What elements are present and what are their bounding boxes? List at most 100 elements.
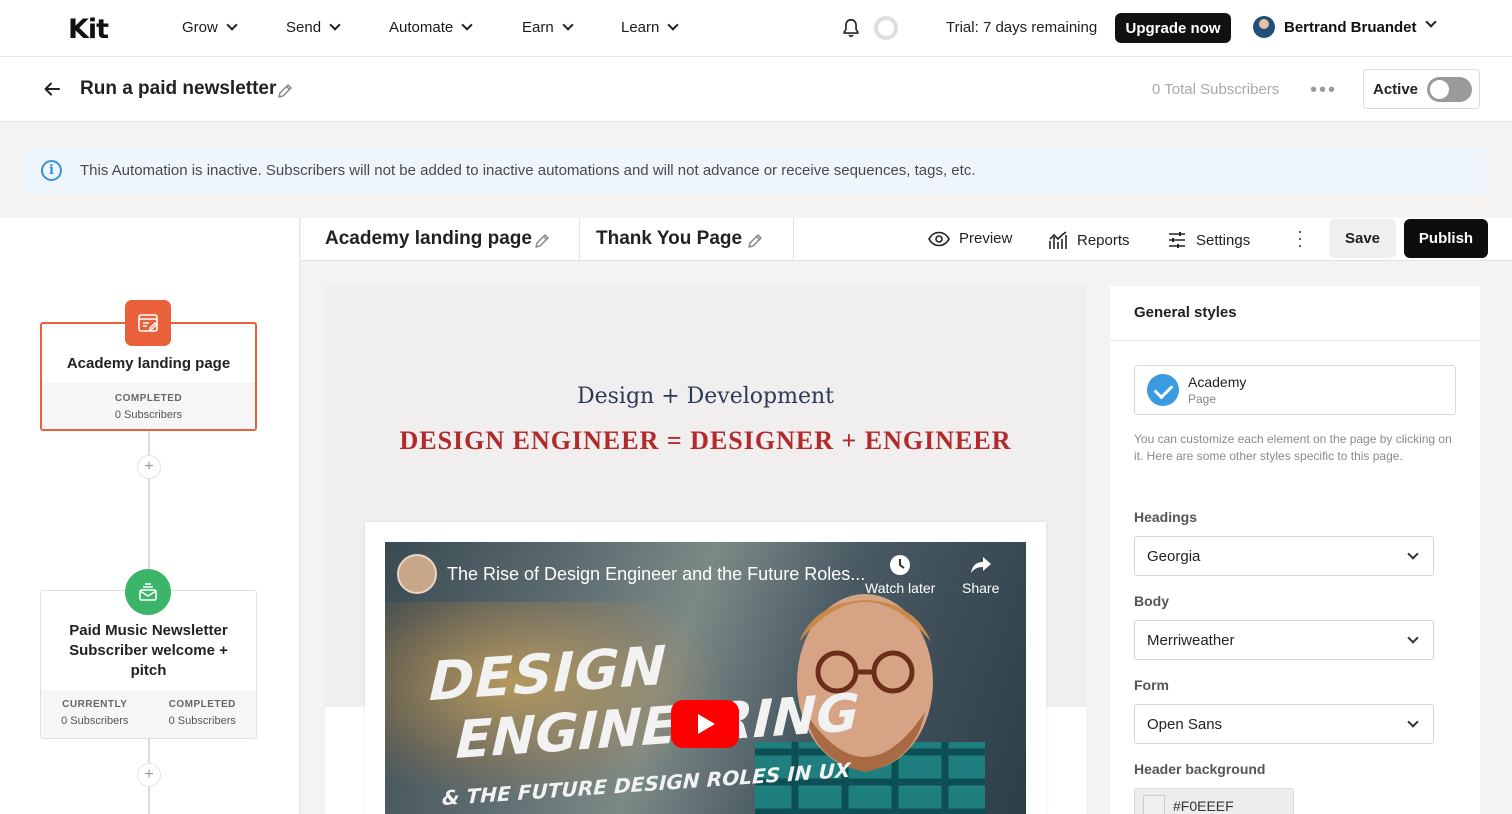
add-step-button[interactable]: + <box>137 455 161 479</box>
nav-grow[interactable]: Grow <box>182 19 238 36</box>
preview-button[interactable]: Preview <box>928 230 1012 247</box>
nav-learn[interactable]: Learn <box>621 19 680 36</box>
reports-button[interactable]: Reports <box>1048 230 1130 250</box>
node-foot-label: COMPLETED <box>114 393 183 404</box>
automation-flow-panel: Academy landing page COMPLETED 0 Subscri… <box>0 218 300 814</box>
color-swatch[interactable] <box>1143 795 1165 814</box>
node-currently-label: CURRENTLY <box>62 699 128 710</box>
chevron-down-icon <box>562 19 574 31</box>
headings-font-value: Georgia <box>1147 548 1201 565</box>
template-name: Academy <box>1188 374 1247 390</box>
landing-page-icon <box>125 300 171 346</box>
tab-academy-landing-page[interactable]: Academy landing page <box>301 218 580 261</box>
active-label: Active <box>1373 81 1419 98</box>
general-styles-panel: General styles Academy Page You can cust… <box>1110 286 1480 814</box>
headings-font-select[interactable]: Georgia <box>1134 536 1434 576</box>
info-icon: i <box>41 160 62 181</box>
page-subtitle[interactable]: Design + Development <box>325 384 1086 409</box>
more-vertical-icon[interactable]: · · · <box>1297 222 1303 254</box>
banner-text: This Automation is inactive. Subscribers… <box>80 162 976 179</box>
check-icon <box>1147 374 1179 406</box>
node-currently: CURRENTLY 0 Subscribers <box>41 699 149 738</box>
node-foot-value: 0 Subscribers <box>114 409 183 421</box>
page-headline[interactable]: DESIGN ENGINEER = DESIGNER + ENGINEER <box>325 426 1086 456</box>
video-title[interactable]: The Rise of Design Engineer and the Futu… <box>447 564 865 585</box>
header-background-color-field[interactable]: #F0EEEF <box>1134 788 1294 814</box>
nav-earn-label: Earn <box>522 19 554 36</box>
youtube-play-icon[interactable] <box>671 700 739 748</box>
pencil-icon[interactable] <box>533 232 551 250</box>
node-currently-value: 0 Subscribers <box>61 715 129 727</box>
body-label: Body <box>1134 593 1169 609</box>
watch-later-button[interactable]: Watch later <box>865 554 935 596</box>
watch-later-label: Watch later <box>865 580 936 596</box>
pencil-icon[interactable] <box>746 232 764 250</box>
settings-sliders-icon <box>1169 232 1185 248</box>
user-name[interactable]: Bertrand Bruandet <box>1284 19 1417 36</box>
reports-icon <box>1049 231 1067 249</box>
tab-thank-you-page[interactable]: Thank You Page <box>580 218 794 261</box>
node-footer: COMPLETED 0 Subscribers <box>42 383 255 429</box>
bell-icon[interactable] <box>840 17 862 39</box>
template-selector[interactable]: Academy Page <box>1134 365 1456 415</box>
inactive-banner: i This Automation is inactive. Subscribe… <box>24 147 1487 194</box>
nav-send-label: Send <box>286 19 322 36</box>
publish-button[interactable]: Publish <box>1404 219 1488 258</box>
channel-avatar[interactable] <box>397 554 437 594</box>
headings-label: Headings <box>1134 509 1198 525</box>
active-toggle[interactable] <box>1427 77 1472 102</box>
save-button[interactable]: Save <box>1329 219 1396 258</box>
chevron-down-icon <box>1407 548 1419 560</box>
form-font-select[interactable]: Open Sans <box>1134 704 1434 744</box>
trial-status: Trial: 7 days remaining <box>946 19 1098 36</box>
user-menu-chevron-icon[interactable] <box>1425 16 1437 28</box>
node-title: Academy landing page <box>66 355 231 372</box>
tab-label: Academy landing page <box>325 228 532 249</box>
body-font-select[interactable]: Merriweather <box>1134 620 1434 660</box>
node-footer: CURRENTLY 0 Subscribers COMPLETED 0 Subs… <box>41 690 256 738</box>
settings-label: Settings <box>1196 231 1251 249</box>
kit-logo[interactable]: Kit <box>68 14 109 45</box>
header-background-value: #F0EEEF <box>1173 798 1234 814</box>
nav-grow-label: Grow <box>182 19 218 36</box>
automation-header: Run a paid newsletter 0 Total Subscriber… <box>0 57 1512 122</box>
page-title: Run a paid newsletter <box>80 78 277 99</box>
form-label: Form <box>1134 677 1169 693</box>
divider <box>1110 340 1480 341</box>
nav-automate[interactable]: Automate <box>389 19 473 36</box>
template-type: Page <box>1188 392 1217 406</box>
email-sequence-icon <box>125 569 171 615</box>
clock-icon <box>890 555 911 575</box>
page-canvas: Design + Development DESIGN ENGINEER = D… <box>325 286 1086 814</box>
chevron-down-icon <box>1407 716 1419 728</box>
node-completed: COMPLETED 0 Subscribers <box>149 699 257 738</box>
nav-automate-label: Automate <box>389 19 454 36</box>
top-navigation: Kit Grow Send Automate Earn Learn Trial:… <box>0 0 1512 57</box>
body-font-value: Merriweather <box>1147 632 1235 649</box>
add-step-button[interactable]: + <box>137 763 161 787</box>
nav-earn[interactable]: Earn <box>522 19 574 36</box>
settings-button[interactable]: Settings <box>1167 230 1250 250</box>
help-text: You can customize each element on the pa… <box>1134 432 1452 463</box>
back-arrow-icon[interactable] <box>42 79 62 99</box>
chevron-down-icon <box>667 19 680 31</box>
more-options-icon[interactable]: ••• <box>1310 79 1337 102</box>
panel-title: General styles <box>1134 304 1237 321</box>
share-icon <box>970 557 991 573</box>
nav-learn-label: Learn <box>621 19 660 36</box>
progress-ring-icon[interactable] <box>874 16 898 40</box>
chevron-down-icon <box>226 19 238 31</box>
reports-label: Reports <box>1077 231 1130 249</box>
header-background-label: Header background <box>1134 761 1266 777</box>
upgrade-button[interactable]: Upgrade now <box>1115 13 1231 43</box>
video-block[interactable]: The Rise of Design Engineer and the Futu… <box>365 522 1046 814</box>
video-embed[interactable]: The Rise of Design Engineer and the Futu… <box>385 542 1026 814</box>
preview-label: Preview <box>959 230 1013 247</box>
nav-send[interactable]: Send <box>286 19 341 36</box>
total-subscribers: 0 Total Subscribers <box>1152 81 1280 98</box>
flow-connector <box>148 430 150 590</box>
avatar[interactable] <box>1253 16 1275 38</box>
node-completed-value: 0 Subscribers <box>168 715 236 727</box>
share-button[interactable]: Share <box>962 554 999 596</box>
pencil-icon[interactable] <box>276 82 294 100</box>
